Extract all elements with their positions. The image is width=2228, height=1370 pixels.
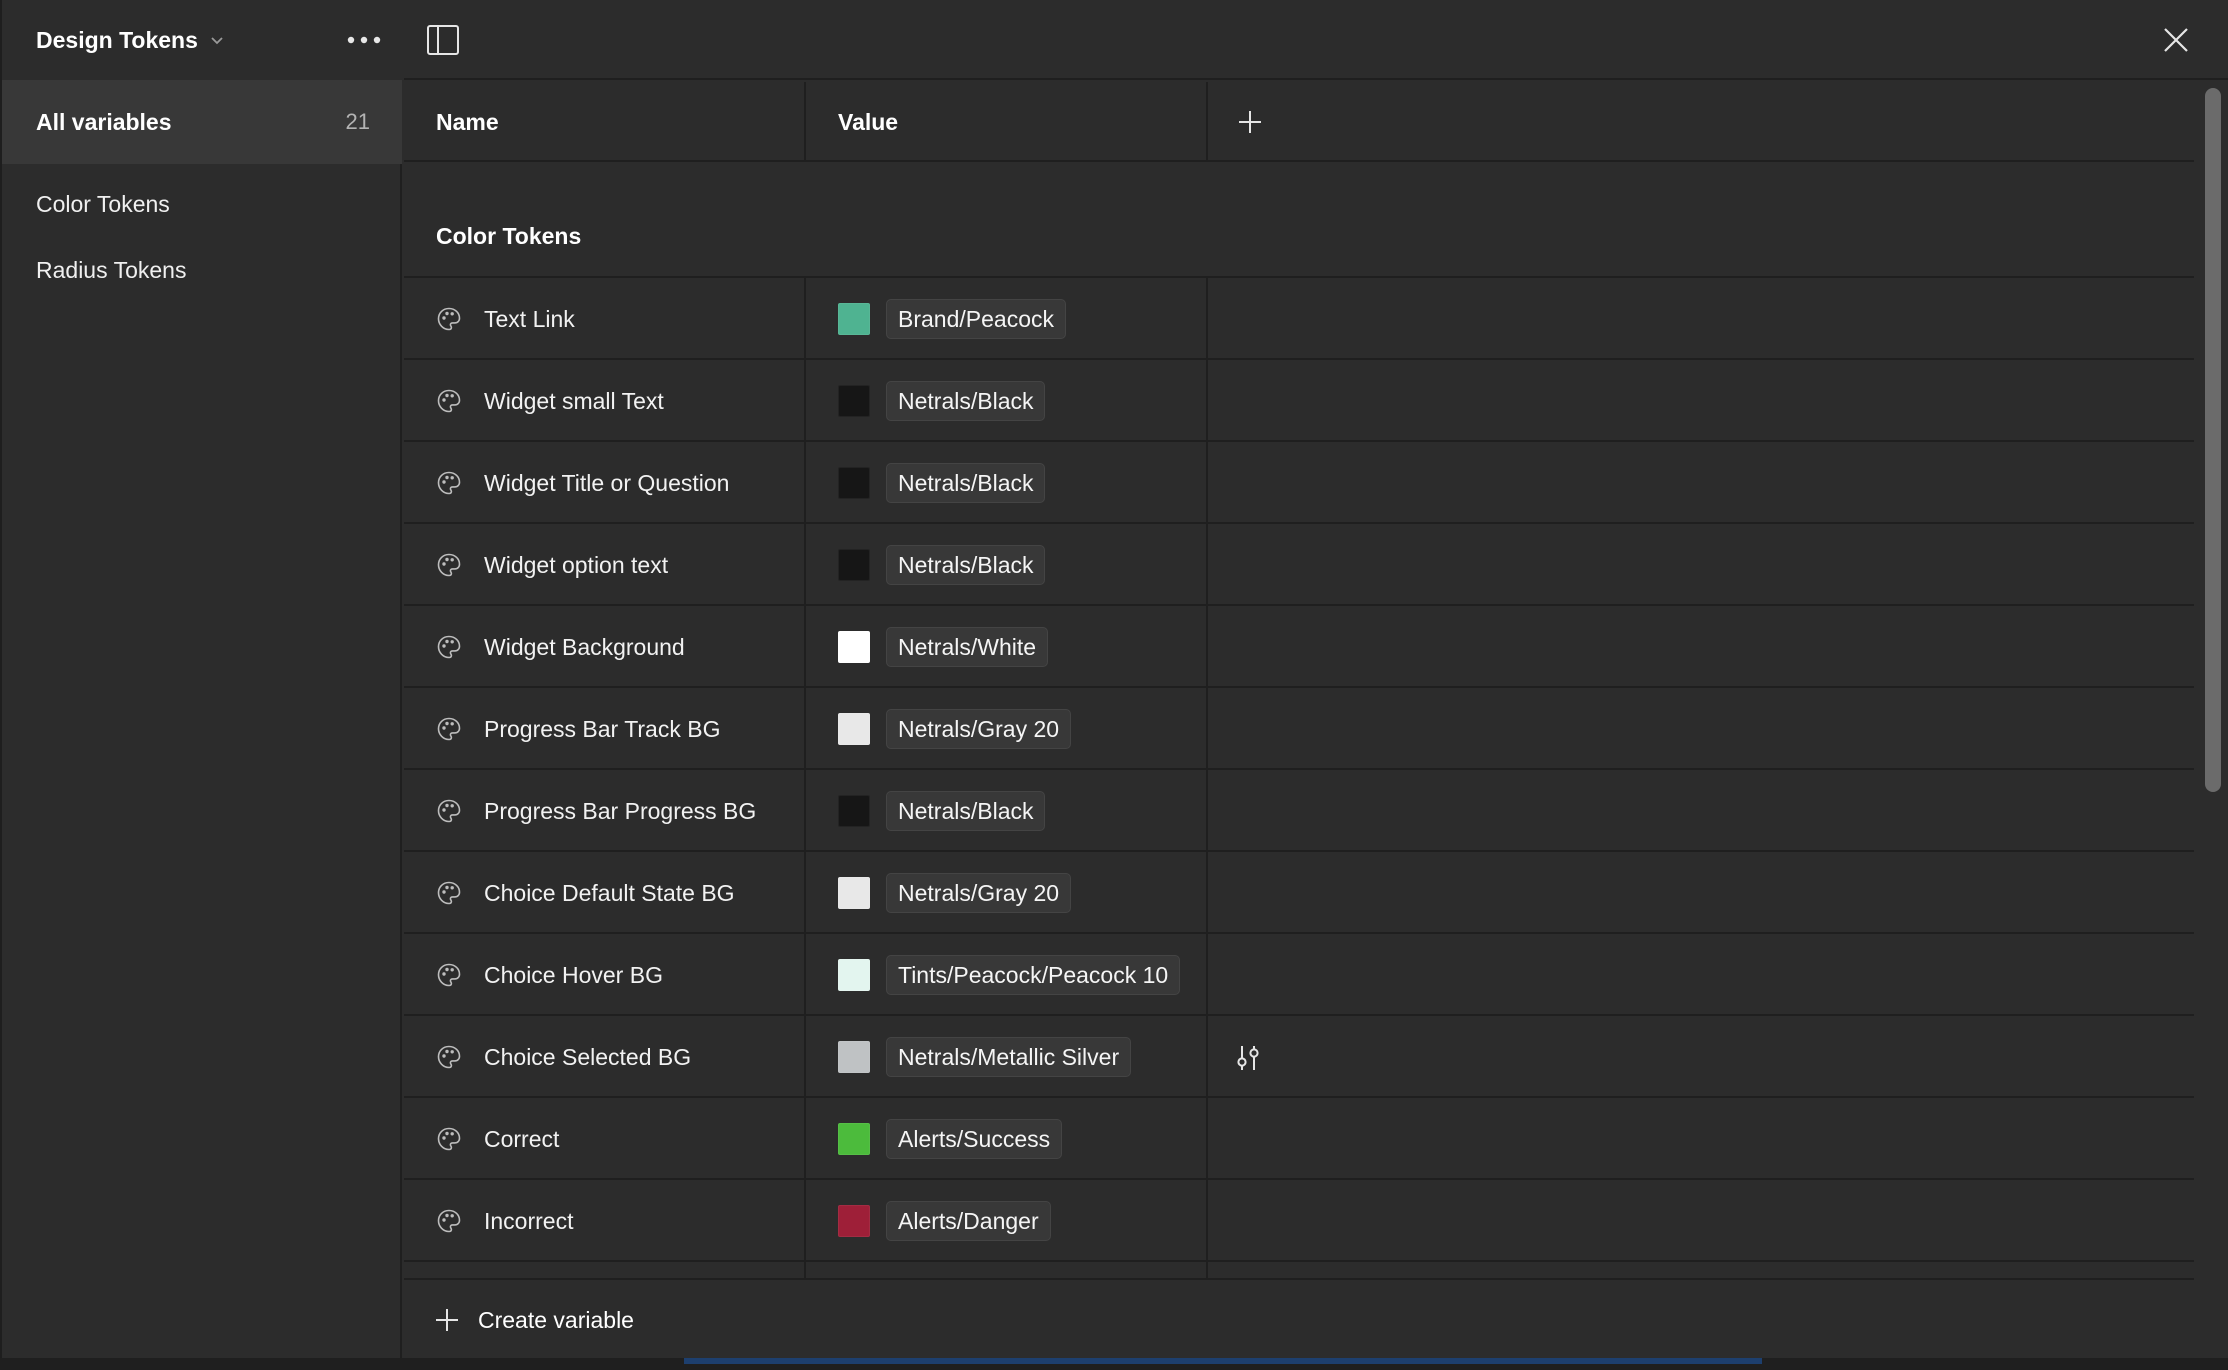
table-row[interactable]: Progress Bar Progress BG Netrals/Black [404, 768, 2194, 850]
toolbar [404, 0, 2228, 80]
sidebar-toggle-icon[interactable] [426, 24, 460, 56]
variable-alias-chip[interactable]: Tints/Peacock/Peacock 10 [886, 955, 1181, 995]
color-swatch[interactable] [838, 1205, 870, 1237]
table-row[interactable]: Incorrect Alerts/Danger [404, 1178, 2194, 1260]
palette-icon [436, 552, 462, 578]
table-row[interactable]: Choice Hover BG Tints/Peacock/Peacock 10 [404, 932, 2194, 1014]
variable-name[interactable]: Correct [484, 1098, 559, 1180]
variable-alias-chip[interactable]: Netrals/Black [886, 381, 1046, 421]
main-panel: Name Value Color Tokens Text Link Brand/P… [404, 0, 2228, 1358]
plus-icon[interactable] [1234, 106, 1266, 138]
variable-alias-chip[interactable]: Netrals/Black [886, 791, 1046, 831]
column-divider [804, 82, 806, 162]
variable-alias-chip[interactable]: Netrals/Metallic Silver [886, 1037, 1132, 1077]
palette-icon [436, 306, 462, 332]
column-divider [1206, 82, 1208, 162]
palette-icon [436, 388, 462, 414]
variables-modal: Design Tokens All variables 21 Color Tok… [0, 0, 2228, 1358]
more-options-button[interactable] [346, 26, 382, 54]
color-swatch[interactable] [838, 467, 870, 499]
table-row[interactable]: Choice Selected BG Netrals/Metallic Silve… [404, 1014, 2194, 1096]
variable-name[interactable]: Incorrect [484, 1180, 573, 1262]
more-icon [347, 36, 381, 44]
create-variable-label: Create variable [478, 1306, 634, 1333]
variable-name[interactable]: Widget option text [484, 524, 668, 606]
variable-alias-chip[interactable]: Brand/Peacock [886, 299, 1066, 339]
variable-alias-chip[interactable]: Alerts/Success [886, 1119, 1063, 1159]
palette-icon [436, 1126, 462, 1152]
variable-alias-chip[interactable]: Netrals/Black [886, 463, 1046, 503]
sidebar-item-label: Radius Tokens [36, 256, 187, 283]
table-row[interactable]: Widget option text Netrals/Black [404, 522, 2194, 604]
column-header-name[interactable]: Name [436, 82, 499, 162]
palette-icon [436, 1044, 462, 1070]
variable-alias-chip[interactable]: Netrals/Gray 20 [886, 709, 1072, 749]
variable-name[interactable]: Choice Default State BG [484, 852, 735, 934]
table-footer: Create variable [404, 1278, 2194, 1358]
close-icon[interactable] [2158, 22, 2194, 58]
variable-name[interactable]: Widget Background [484, 606, 685, 688]
scrollbar[interactable] [2202, 82, 2224, 1278]
color-swatch[interactable] [838, 713, 870, 745]
sidebar-item-radius-tokens[interactable]: Radius Tokens [36, 250, 186, 290]
table-row-partial [404, 1260, 2194, 1270]
color-swatch[interactable] [838, 631, 870, 663]
variable-name[interactable]: Progress Bar Progress BG [484, 770, 756, 852]
table-row[interactable]: Widget small Text Netrals/Black [404, 358, 2194, 440]
create-variable-button[interactable]: Create variable [434, 1300, 634, 1340]
group-title: Color Tokens [436, 222, 582, 249]
color-swatch[interactable] [838, 795, 870, 827]
color-swatch[interactable] [838, 303, 870, 335]
palette-icon [436, 716, 462, 742]
table-row[interactable]: Text Link Brand/Peacock [404, 276, 2194, 358]
sidebar: Design Tokens All variables 21 Color Tok… [2, 0, 402, 1358]
variable-name[interactable]: Text Link [484, 278, 575, 360]
sidebar-item-all-variables[interactable]: All variables 21 [2, 80, 402, 164]
variable-alias-chip[interactable]: Netrals/Gray 20 [886, 873, 1072, 913]
variable-alias-chip[interactable]: Alerts/Danger [886, 1201, 1051, 1241]
sidebar-header: Design Tokens [2, 0, 402, 80]
table-header: Name Value [404, 82, 2194, 162]
sidebar-item-label: All variables [36, 108, 172, 135]
adjust-icon[interactable] [1232, 1042, 1264, 1074]
palette-icon [436, 798, 462, 824]
palette-icon [436, 470, 462, 496]
variable-name[interactable]: Choice Selected BG [484, 1016, 691, 1098]
variable-name[interactable]: Widget small Text [484, 360, 664, 442]
collection-switcher[interactable]: Design Tokens [36, 22, 226, 58]
table-row[interactable]: Progress Bar Track BG Netrals/Gray 20 [404, 686, 2194, 768]
palette-icon [436, 1208, 462, 1234]
variable-name[interactable]: Choice Hover BG [484, 934, 663, 1016]
variable-name[interactable]: Progress Bar Track BG [484, 688, 720, 770]
color-swatch[interactable] [838, 959, 870, 991]
collection-title: Design Tokens [36, 26, 198, 53]
palette-icon [436, 880, 462, 906]
table-row[interactable]: Widget Background Netrals/White [404, 604, 2194, 686]
scrollbar-thumb[interactable] [2205, 88, 2221, 792]
plus-icon [436, 1309, 458, 1331]
palette-icon [436, 962, 462, 988]
color-swatch[interactable] [838, 1123, 870, 1155]
table-row[interactable]: Choice Default State BG Netrals/Gray 20 [404, 850, 2194, 932]
color-swatch[interactable] [838, 385, 870, 417]
chevron-down-icon [211, 37, 223, 45]
sidebar-item-label: Color Tokens [36, 190, 170, 217]
color-swatch[interactable] [838, 1041, 870, 1073]
sidebar-item-color-tokens[interactable]: Color Tokens [36, 184, 170, 224]
color-swatch[interactable] [838, 549, 870, 581]
bottom-strip [684, 1358, 1762, 1364]
color-swatch[interactable] [838, 877, 870, 909]
column-header-value[interactable]: Value [838, 82, 898, 162]
table-row[interactable]: Correct Alerts/Success [404, 1096, 2194, 1178]
table-row[interactable]: Widget Title or Question Netrals/Black [404, 440, 2194, 522]
variable-alias-chip[interactable]: Netrals/White [886, 627, 1049, 667]
variable-alias-chip[interactable]: Netrals/Black [886, 545, 1046, 585]
variable-name[interactable]: Widget Title or Question [484, 442, 729, 524]
variable-count: 21 [345, 109, 370, 134]
palette-icon [436, 634, 462, 660]
